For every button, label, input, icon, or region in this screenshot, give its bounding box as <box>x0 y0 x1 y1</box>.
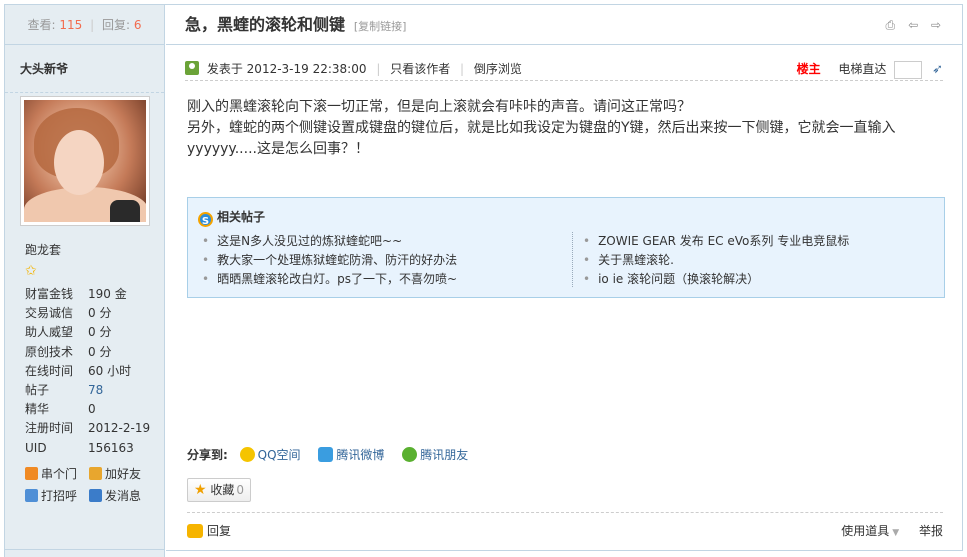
visit-link[interactable]: 串个门 <box>25 463 89 485</box>
stat-row: 注册时间 2012-2-19 <box>25 421 151 436</box>
stat-row: 助人威望 0 分 <box>25 325 112 340</box>
greet-link[interactable]: 打招呼 <box>25 485 89 507</box>
jump-go-icon[interactable]: ➶ <box>932 58 943 82</box>
online-status-icon <box>185 61 199 75</box>
reverse-order-link[interactable]: 倒序浏览 <box>474 62 522 76</box>
weibo-icon <box>318 447 334 462</box>
related-link[interactable]: io ie 滚轮问题（换滚轮解决） <box>583 270 932 289</box>
post-body: 刚入的黑蝰滚轮向下滚一切正常，但是向上滚就会有咔咔的声音。请问这正常吗？ 另外，… <box>187 97 927 160</box>
stats-separator: | <box>90 18 95 32</box>
related-logo-icon: S <box>198 212 213 227</box>
handshake-icon <box>89 467 102 480</box>
stat-row: 原创技术 0 分 <box>25 344 112 359</box>
sidebar-divider <box>5 549 165 550</box>
related-link[interactable]: 关于黑蝰滚轮. <box>583 251 932 270</box>
post-main: 急，黑蝰的滚轮和侧键 [复制链接] ⎙ ⇦ ⇨ 发表于 2012-3-19 22… <box>166 5 963 557</box>
users-icon <box>25 489 38 502</box>
share-bar: 分享到: QQ空间 腾讯微博 腾讯朋友 <box>187 446 482 464</box>
footer-divider <box>187 512 943 513</box>
stat-row: 精华 0 <box>25 402 96 417</box>
avatar-image <box>24 100 146 222</box>
author-rank[interactable]: 跑龙套 <box>25 241 61 258</box>
related-threads: S相关帖子 这是N多人没见过的炼狱蝰蛇吧~~ 教大家一个处理炼狱蝰蛇防滑、防汗的… <box>187 197 945 298</box>
meta-divider: | <box>376 62 381 76</box>
thread-tools: ⎙ ⇦ ⇨ <box>878 18 943 32</box>
share-qzone[interactable]: QQ空间 <box>239 447 301 462</box>
stat-row: 交易诚信 0 分 <box>25 306 112 321</box>
post-prefix: 发表于 <box>206 62 243 76</box>
stat-row: UID 156163 <box>25 440 134 455</box>
related-link[interactable]: 教大家一个处理炼狱蝰蛇防滑、防汗的好办法 <box>202 251 562 270</box>
only-author-link[interactable]: 只看该作者 <box>390 62 450 76</box>
qzone-icon <box>239 447 255 462</box>
stat-row: 财富金钱 190 金 <box>25 287 127 301</box>
views-count: 115 <box>59 18 83 32</box>
favorite-button[interactable]: ★ 收藏 0 <box>187 478 252 502</box>
related-link[interactable]: 这是N多人没见过的炼狱蝰蛇吧~~ <box>202 232 562 251</box>
favorite-count: 0 <box>236 483 245 497</box>
rank-star-icon: ✩ <box>25 263 37 279</box>
meta-divider: | <box>460 62 465 76</box>
replies-count: 6 <box>133 18 142 32</box>
stat-row: 帖子 78 <box>25 382 104 397</box>
replies-label: 回复: <box>101 18 131 32</box>
home-icon <box>25 467 38 480</box>
clover-icon <box>402 447 418 462</box>
thread-stats: 查看: 115 | 回复: 6 <box>5 5 164 45</box>
post-bottom-bar <box>166 550 963 557</box>
share-label: 分享到: <box>187 448 228 462</box>
avatar[interactable] <box>20 96 150 226</box>
share-pengyou[interactable]: 腾讯朋友 <box>402 447 468 462</box>
related-column-right: ZOWIE GEAR 发布 EC eVo系列 专业电竞鼠标 关于黑蝰滚轮. io… <box>572 232 932 287</box>
related-column-left: 这是N多人没见过的炼狱蝰蛇吧~~ 教大家一个处理炼狱蝰蛇防滑、防汗的好办法 晒晒… <box>202 232 562 289</box>
dropdown-arrow-icon: ▼ <box>892 528 900 538</box>
post-time: 2012-3-19 22:38:00 <box>246 62 367 76</box>
add-friend-link[interactable]: 加好友 <box>89 463 153 485</box>
author-actions: 串个门 加好友 打招呼 发消息 <box>25 463 160 507</box>
author-name[interactable]: 大头新爷 <box>5 45 164 93</box>
posts-count-link[interactable]: 78 <box>88 383 103 397</box>
related-link[interactable]: ZOWIE GEAR 发布 EC eVo系列 专业电竞鼠标 <box>583 232 932 251</box>
jump-label: 电梯直达 <box>838 62 887 76</box>
post-frame: 查看: 115 | 回复: 6 大头新爷 跑龙套 ✩ 财富金钱 190 金 交易诚… <box>4 4 963 557</box>
stat-row: 在线时间 60 小时 <box>25 363 132 378</box>
floor-label: 楼主 <box>796 62 821 76</box>
copy-link[interactable]: [复制链接] <box>354 20 407 33</box>
post-footer-actions: 使用道具 ▼ 举报 <box>841 521 943 543</box>
share-weibo[interactable]: 腾讯微博 <box>318 447 384 462</box>
related-link[interactable]: 晒晒黑蝰滚轮改白灯。ps了一下，不喜勿喷~ <box>202 270 562 289</box>
reply-icon <box>187 524 203 538</box>
star-icon: ★ <box>194 482 207 498</box>
print-icon[interactable]: ⎙ <box>883 18 897 32</box>
body-line: 另外，蝰蛇的两个侧键设置成键盘的键位后，就是比如我设定为键盘的Y键，然后出来按一… <box>187 120 896 136</box>
report-link[interactable]: 举报 <box>919 524 943 538</box>
post-meta: 发表于 2012-3-19 22:38:00 | 只看该作者 | 倒序浏览 楼主… <box>185 57 943 81</box>
next-thread-icon[interactable]: ⇨ <box>929 18 943 32</box>
mail-icon <box>89 489 102 502</box>
thread-title: 急，黑蝰的滚轮和侧键 <box>185 15 346 34</box>
views-label: 查看: <box>27 18 56 32</box>
prev-thread-icon[interactable]: ⇦ <box>906 18 920 32</box>
body-line: yyyyyy.....这是怎么回事？！ <box>187 141 369 157</box>
thread-titlebar: 急，黑蝰的滚轮和侧键 [复制链接] ⎙ ⇦ ⇨ <box>166 5 963 45</box>
reply-button[interactable]: 回复 <box>187 521 231 541</box>
message-link[interactable]: 发消息 <box>89 485 153 507</box>
author-stats: 财富金钱 190 金 交易诚信 0 分 助人威望 0 分 原创技术 0 分 在线时间 60… <box>25 285 150 458</box>
author-sidebar: 查看: 115 | 回复: 6 大头新爷 跑龙套 ✩ 财富金钱 190 金 交易诚… <box>5 5 165 557</box>
use-tools-menu[interactable]: 使用道具 <box>841 524 889 538</box>
jump-floor-input[interactable] <box>894 60 923 79</box>
body-line: 刚入的黑蝰滚轮向下滚一切正常，但是向上滚就会有咔咔的声音。请问这正常吗？ <box>187 99 691 115</box>
related-heading: S 相关帖子 <box>198 208 265 227</box>
floor-controls: 楼主 电梯直达 ➶ <box>797 57 943 82</box>
